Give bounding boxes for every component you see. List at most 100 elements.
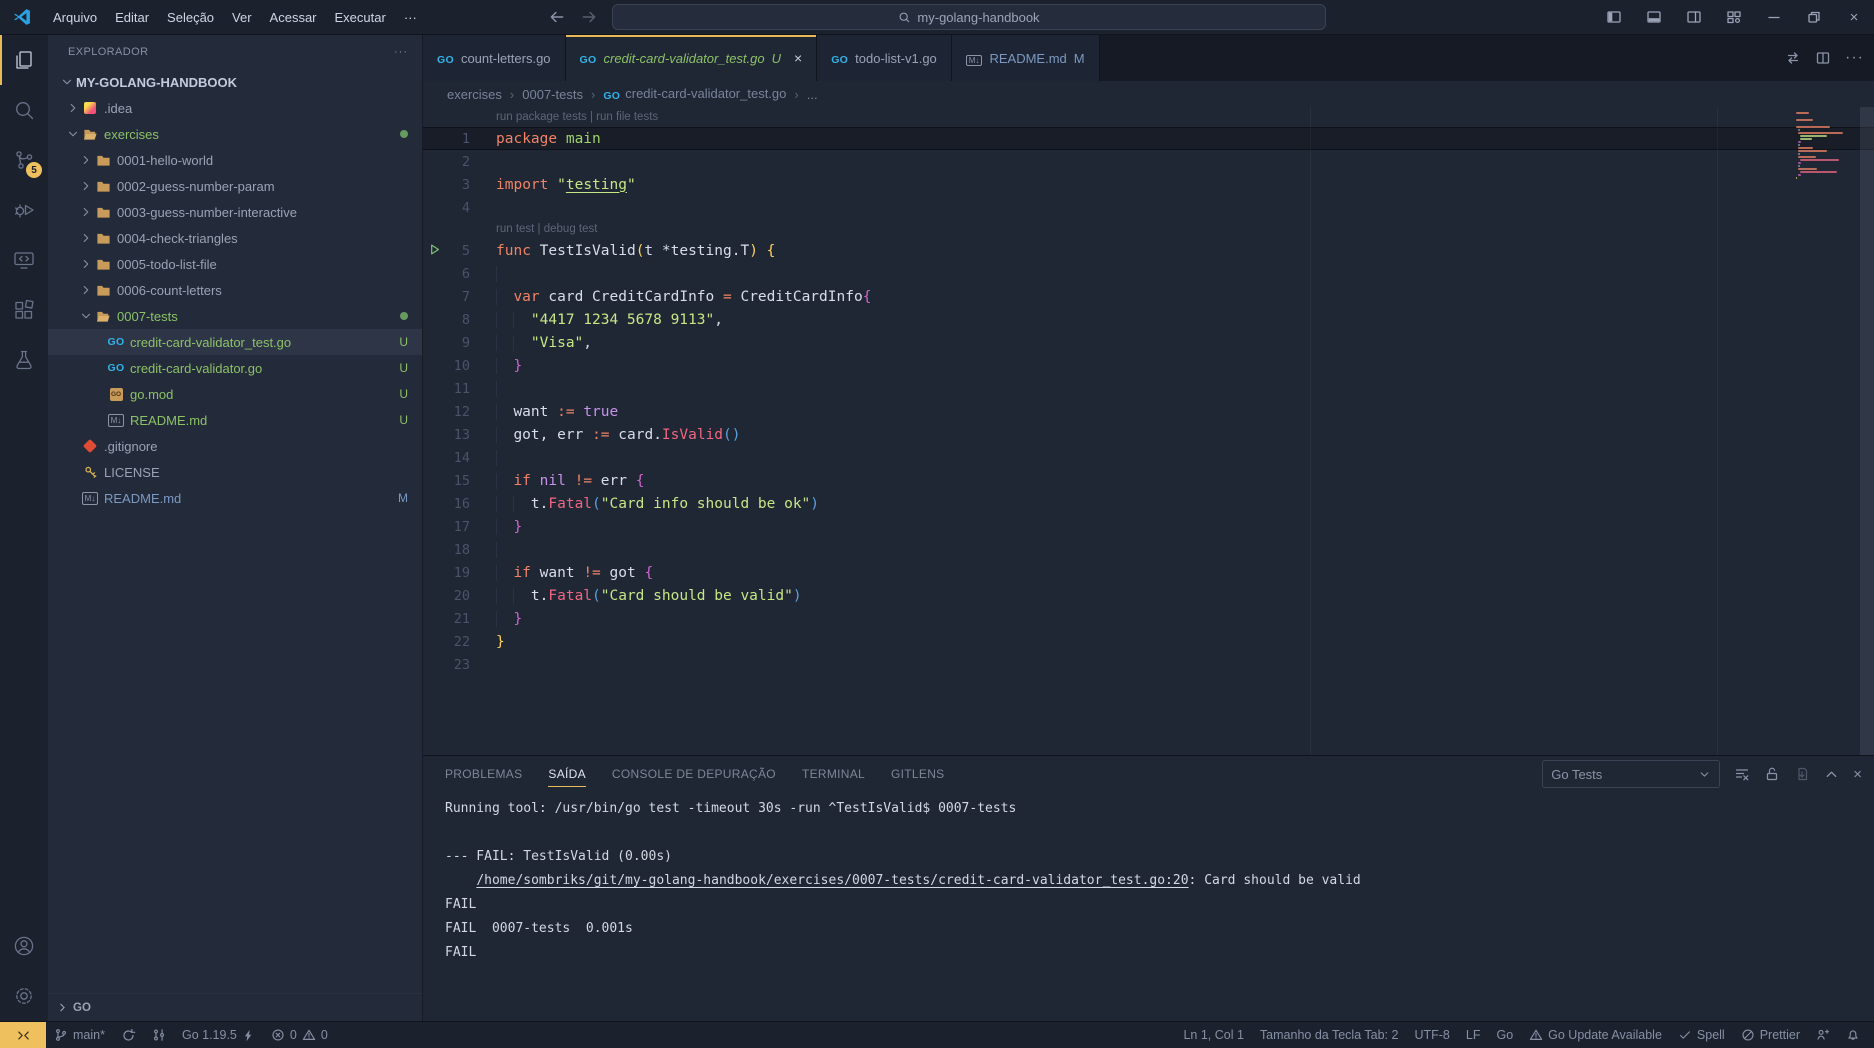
split-editor-icon[interactable] [1815,50,1831,66]
tab-readme-md[interactable]: M↓README.mdM [952,35,1100,81]
breadcrumb-item[interactable]: ... [807,87,818,102]
tree-item-0003-guess-number-interactive[interactable]: 0003-guess-number-interactive [48,199,422,225]
status-go-update[interactable]: Go Update Available [1521,1022,1670,1048]
menu-item-executar[interactable]: Executar [326,6,395,29]
file-tree: .ideaexercises0001-hello-world0002-guess… [48,95,422,993]
tree-item-readme-md[interactable]: M↓README.mdM [48,485,422,511]
codelens[interactable]: run package tests | run file tests [423,107,1874,127]
more-actions-icon[interactable]: ··· [394,46,408,58]
menu-item-ver[interactable]: Ver [223,6,261,29]
open-changes-icon[interactable] [1785,50,1801,66]
activity-account[interactable] [0,921,48,971]
minimize-icon[interactable] [1754,0,1794,34]
tree-item-exercises[interactable]: exercises [48,121,422,147]
tree-item-go-mod[interactable]: GOgo.modU [48,381,422,407]
activity-search[interactable] [0,85,48,135]
breadcrumb-item[interactable]: GOcredit-card-validator_test.go [603,86,786,102]
toggle-panel-icon[interactable] [1634,0,1674,34]
menu-item-acessar[interactable]: Acessar [261,6,326,29]
menu-item-arquivo[interactable]: Arquivo [44,6,106,29]
open-output-in-editor-icon[interactable] [1794,766,1810,782]
forward-icon[interactable] [580,8,598,26]
tree-item-credit-card-validator-go[interactable]: GOcredit-card-validator.goU [48,355,422,381]
code-line-22: 22} [423,630,1874,653]
panel-tab-sa-da[interactable]: SAÍDA [548,756,586,792]
token: { [863,289,872,305]
menu-item-editar[interactable]: Editar [106,6,158,29]
activity-remote-explorer[interactable] [0,235,48,285]
lock-output-icon[interactable] [1764,766,1780,782]
panel-tab-problemas[interactable]: PROBLEMAS [445,756,522,792]
breadcrumb-item[interactable]: 0007-tests [522,87,583,102]
activity-source-control[interactable]: 5 [0,135,48,185]
tree-item-0001-hello-world[interactable]: 0001-hello-world [48,147,422,173]
tab-todo-list-v1-go[interactable]: GOtodo-list-v1.go [817,35,952,81]
codelens[interactable]: run test | debug test [423,219,1874,239]
close-icon[interactable]: × [794,50,802,66]
run-test-icon[interactable] [427,242,442,257]
breadcrumb-item[interactable]: exercises [447,87,502,102]
folder-icon [94,205,112,220]
scm-badge: 5 [26,162,42,178]
status-go-version[interactable]: Go 1.19.5 [174,1022,263,1048]
close-panel-icon[interactable]: × [1853,766,1862,783]
status-encoding[interactable]: UTF-8 [1406,1022,1457,1048]
toggle-secondary-sidebar-icon[interactable] [1674,0,1714,34]
customize-layout-icon[interactable] [1714,0,1754,34]
panel-tab-gitlens[interactable]: GITLENS [891,756,944,792]
status-spell[interactable]: Spell [1670,1022,1733,1048]
tree-item-0004-check-triangles[interactable]: 0004-check-triangles [48,225,422,251]
activity-extensions[interactable] [0,285,48,335]
status-git-branch[interactable]: main* [46,1022,113,1048]
status-eol[interactable]: LF [1458,1022,1489,1048]
output-channel-dropdown[interactable]: Go Tests [1542,760,1720,788]
tree-item-license[interactable]: LICENSE [48,459,422,485]
panel-tab-terminal[interactable]: TERMINAL [802,756,865,792]
tree-item--gitignore[interactable]: .gitignore [48,433,422,459]
back-icon[interactable] [548,8,566,26]
clear-output-icon[interactable] [1734,766,1750,782]
status-problems[interactable]: 00 [263,1022,336,1048]
status-remote-indicator[interactable] [0,1022,46,1048]
status-gitlens-compare[interactable] [144,1022,174,1048]
tree-item-0007-tests[interactable]: 0007-tests [48,303,422,329]
status-notifications[interactable] [1838,1022,1868,1048]
command-center-search[interactable]: my-golang-handbook [612,4,1326,30]
output-file-link[interactable]: /home/sombriks/git/my-golang-handbook/ex… [476,873,1188,888]
activity-testing[interactable] [0,335,48,385]
status-tab-size[interactable]: Tamanho da Tecla Tab: 2 [1252,1022,1407,1048]
close-icon[interactable]: × [1834,0,1874,34]
more-actions-icon[interactable]: ··· [1845,49,1864,67]
tree-root[interactable]: MY-GOLANG-HANDBOOK [48,69,422,95]
activity-run-debug[interactable] [0,185,48,235]
code-editor[interactable]: run package tests | run file tests1packa… [423,107,1874,755]
editor-scrollbar[interactable] [1860,107,1874,755]
minimap[interactable] [1796,111,1854,183]
panel-tab-console-de-depura-o[interactable]: CONSOLE DE DEPURAÇÃO [612,756,776,792]
output-console[interactable]: Running tool: /usr/bin/go test -timeout … [423,792,1874,1021]
activity-settings[interactable] [0,971,48,1021]
status-cursor-position[interactable]: Ln 1, Col 1 [1175,1022,1251,1048]
tree-item-readme-md[interactable]: M↓README.mdU [48,407,422,433]
tree-item-0005-todo-list-file[interactable]: 0005-todo-list-file [48,251,422,277]
token: import [496,177,548,193]
menu-item-[interactable]: ··· [395,6,426,29]
menu-item-seleo[interactable]: Seleção [158,6,223,29]
status-feedback[interactable] [1808,1022,1838,1048]
line-number: 3 [423,177,470,193]
maximize-panel-icon[interactable] [1824,767,1839,782]
tree-item-0002-guess-number-param[interactable]: 0002-guess-number-param [48,173,422,199]
sidebar-section-go[interactable]: GO [48,993,422,1021]
token: != [575,473,592,489]
status-prettier[interactable]: Prettier [1733,1022,1808,1048]
tab-count-letters-go[interactable]: GOcount-letters.go [423,35,566,81]
activity-explorer[interactable] [0,35,48,85]
tree-item-0006-count-letters[interactable]: 0006-count-letters [48,277,422,303]
toggle-primary-sidebar-icon[interactable] [1594,0,1634,34]
status-language-mode[interactable]: Go [1488,1022,1521,1048]
status-sync[interactable] [113,1022,144,1048]
restore-icon[interactable] [1794,0,1834,34]
tab-credit-card-validator-test-go[interactable]: GOcredit-card-validator_test.goU× [566,35,818,81]
tree-item-credit-card-validator-test-go[interactable]: GOcredit-card-validator_test.goU [48,329,422,355]
tree-item--idea[interactable]: .idea [48,95,422,121]
